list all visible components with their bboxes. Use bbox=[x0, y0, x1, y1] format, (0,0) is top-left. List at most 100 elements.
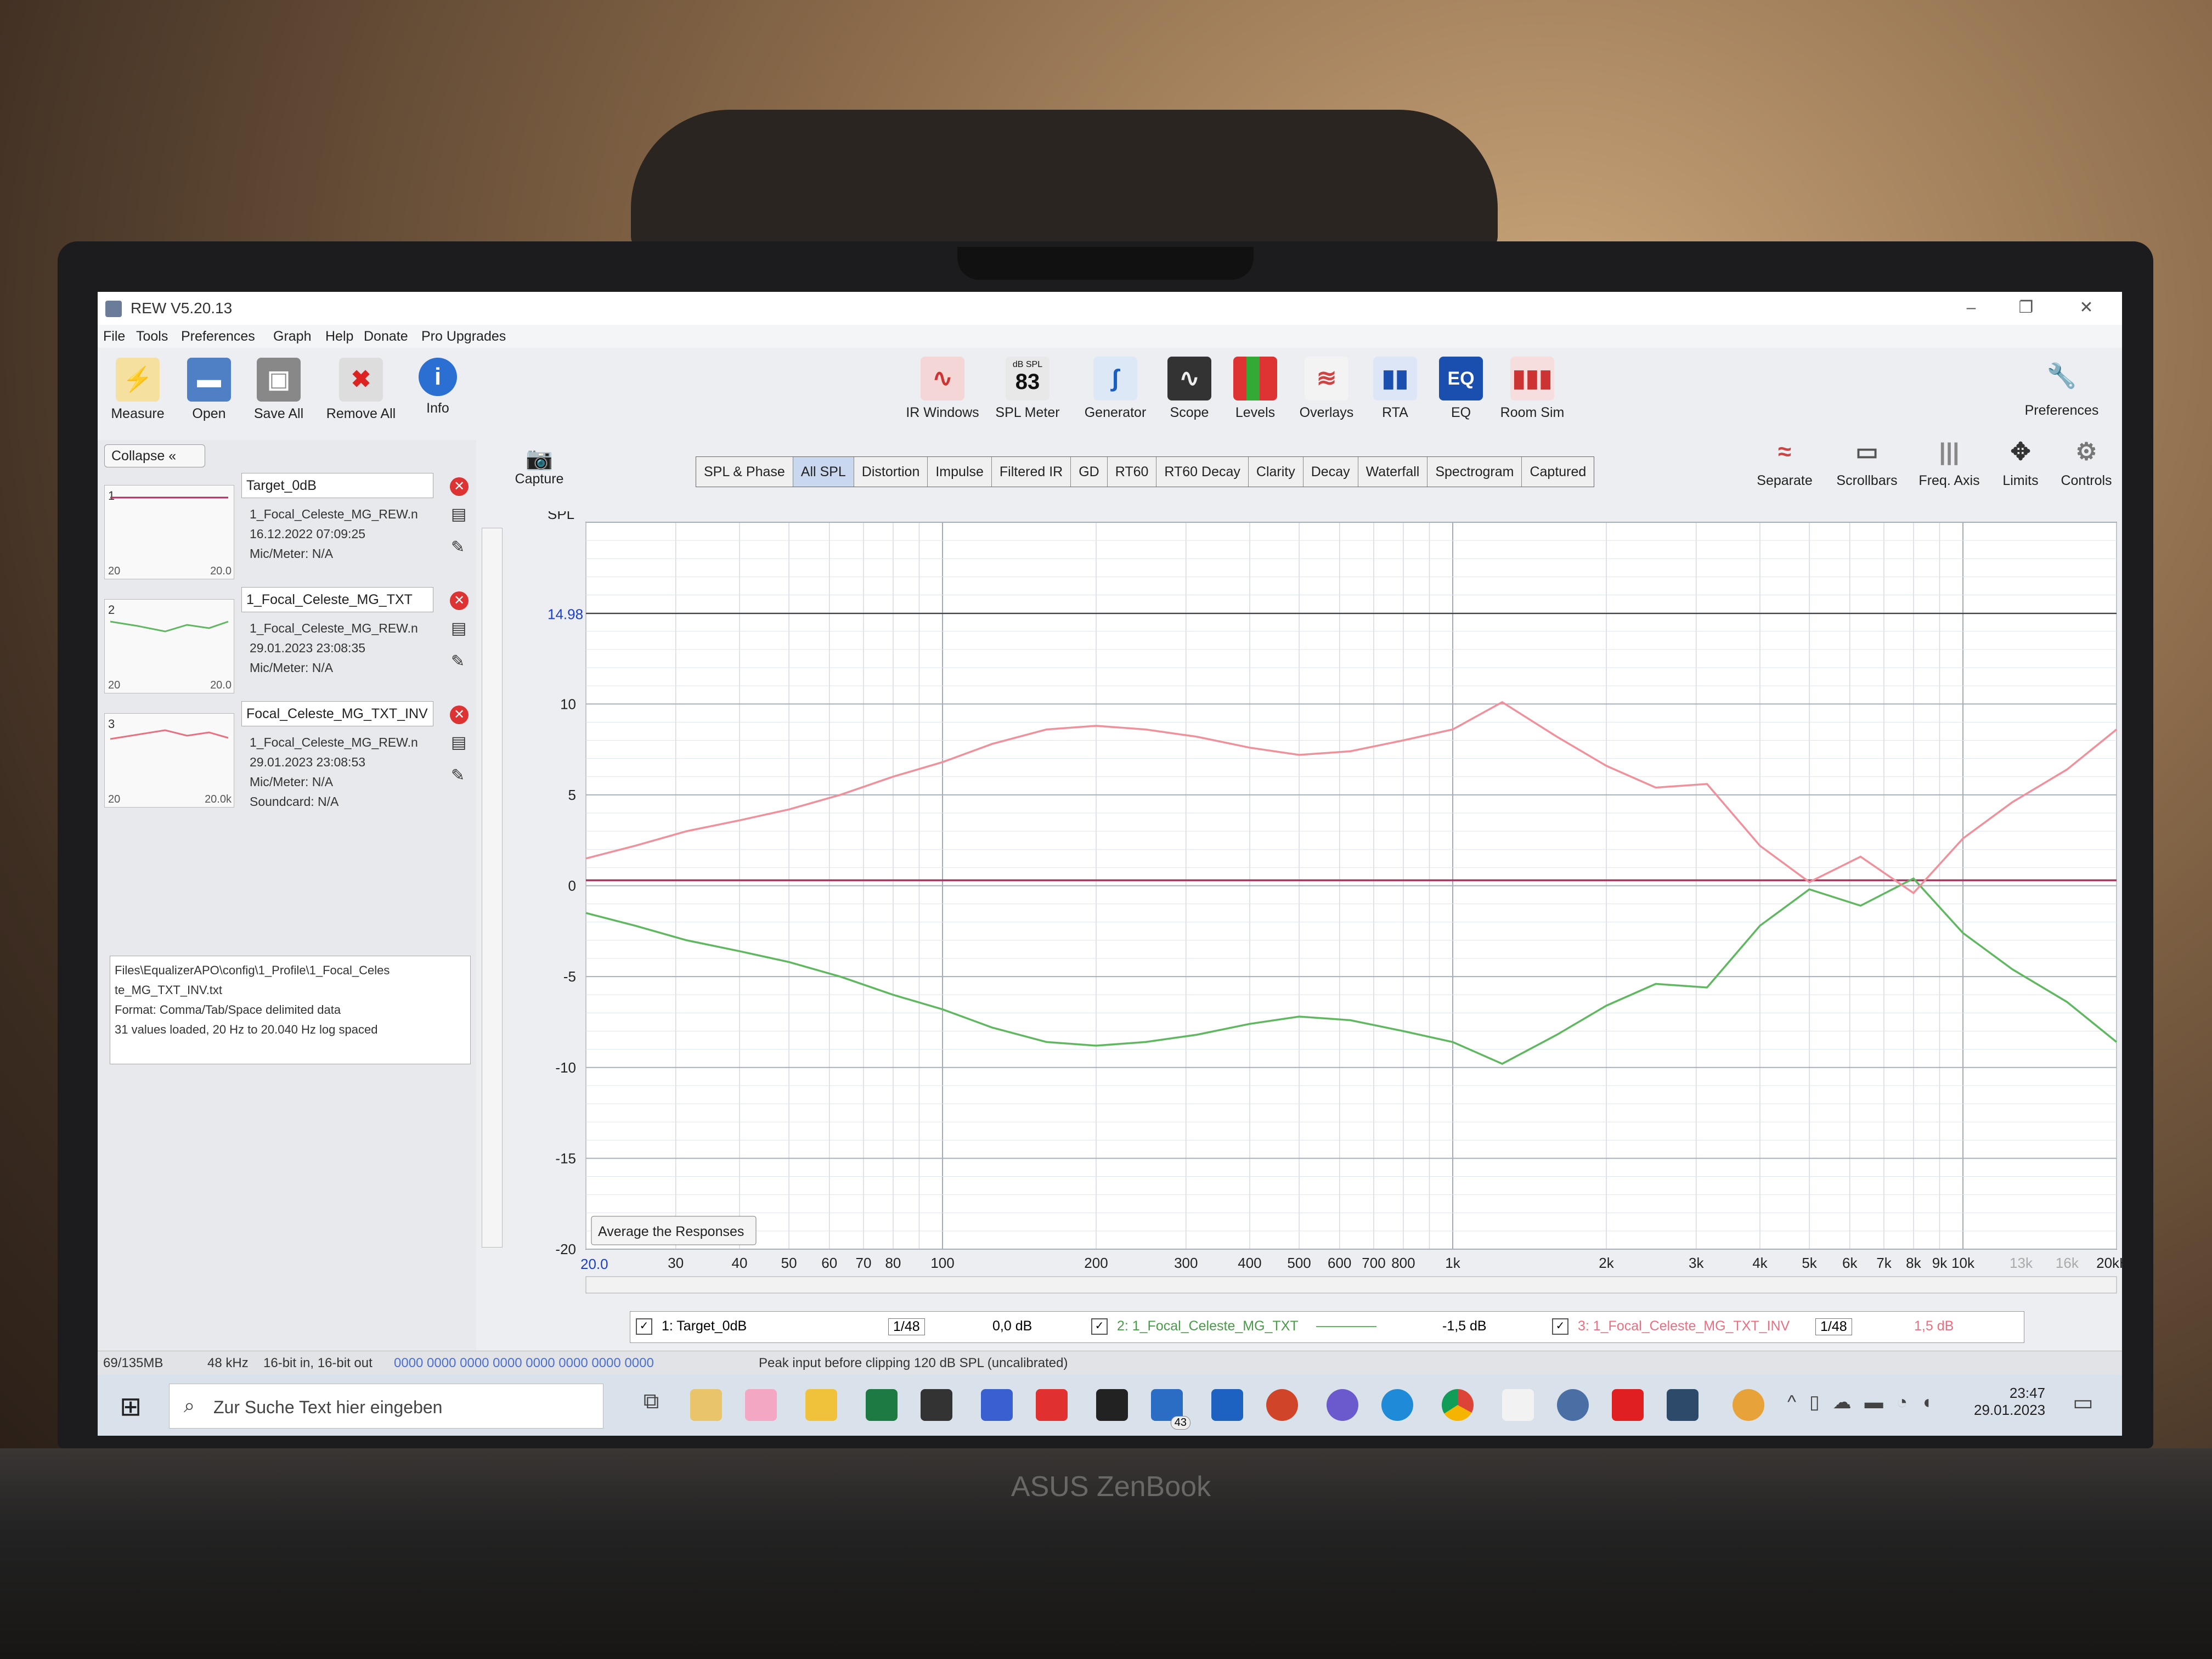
spl-chart-svg[interactable]: 14.9820.0SPL1050-5-10-15-2030 40 50 60 70 80 1… bbox=[498, 506, 2122, 1307]
menu-file[interactable]: File bbox=[103, 329, 125, 345]
generator-button[interactable]: ∫ Generator bbox=[1074, 357, 1156, 421]
legend-smoothing-1[interactable]: 1/48 bbox=[888, 1318, 925, 1335]
app-c-icon[interactable] bbox=[1096, 1389, 1128, 1421]
info-button[interactable]: i Info bbox=[408, 358, 468, 416]
legend-item-2[interactable]: ✓ 2: 1_Focal_Celeste_MG_TXT bbox=[1091, 1318, 1299, 1335]
close-button[interactable]: ✕ bbox=[2062, 295, 2111, 320]
tab-spl-phase[interactable]: SPL & Phase bbox=[696, 457, 793, 487]
menu-graph[interactable]: Graph bbox=[273, 329, 311, 345]
save-measurement-icon[interactable]: ▤ bbox=[451, 505, 466, 524]
measure-button[interactable]: ⚡ Measure bbox=[102, 358, 173, 422]
mcafee-icon[interactable] bbox=[1036, 1389, 1068, 1421]
notes-app-icon[interactable] bbox=[690, 1389, 722, 1421]
ir-windows-button[interactable]: ∿ IR Windows bbox=[899, 357, 986, 421]
menu-tools[interactable]: Tools bbox=[136, 329, 168, 345]
legend-checkbox[interactable]: ✓ bbox=[636, 1318, 652, 1335]
remove-all-button[interactable]: ✖ Remove All bbox=[317, 358, 405, 422]
app-orange-icon[interactable] bbox=[1733, 1389, 1764, 1421]
scrollbars-button[interactable]: ▭ Scrollbars bbox=[1826, 436, 1908, 489]
tab-all-spl[interactable]: All SPL bbox=[793, 457, 854, 487]
edit-measurement-icon[interactable]: ✎ bbox=[451, 766, 465, 785]
freq-axis-button[interactable]: ||| Freq. Axis bbox=[1908, 436, 1990, 489]
save-measurement-icon[interactable]: ▤ bbox=[451, 619, 466, 638]
measurement-3[interactable]: 3 20 20.0k Focal_Celeste_MG_TXT_INV ✕ 1_… bbox=[104, 701, 477, 811]
measurement-name-field[interactable]: 1_Focal_Celeste_MG_TXT bbox=[241, 587, 433, 612]
delete-measurement-icon[interactable]: ✕ bbox=[450, 706, 469, 724]
spl-meter-button[interactable]: dB SPL 83 SPL Meter bbox=[986, 357, 1069, 421]
save-all-button[interactable]: ▣ Save All bbox=[246, 358, 312, 422]
collapse-button[interactable]: Collapse « bbox=[104, 444, 205, 467]
y-tick-label: -15 bbox=[555, 1150, 576, 1166]
legend-smoothing-3[interactable]: 1/48 bbox=[1815, 1318, 1852, 1335]
chrome-icon[interactable] bbox=[1442, 1389, 1474, 1421]
system-tray-icons[interactable]: ^▯☁▬◔◖ bbox=[1787, 1391, 1945, 1413]
app-disc-icon[interactable] bbox=[1557, 1389, 1589, 1421]
app-m-icon[interactable] bbox=[981, 1389, 1013, 1421]
itunes-icon[interactable] bbox=[745, 1389, 777, 1421]
menu-pro-upgrades[interactable]: Pro Upgrades bbox=[421, 329, 506, 345]
measurement-name-field[interactable]: Target_0dB bbox=[241, 473, 433, 498]
open-button[interactable]: ▬ Open bbox=[179, 358, 239, 422]
windows-start-icon[interactable]: ⊞ bbox=[120, 1391, 142, 1422]
tab-waterfall[interactable]: Waterfall bbox=[1358, 457, 1428, 487]
menu-help[interactable]: Help bbox=[325, 329, 353, 345]
measurement-1[interactable]: 1 20 20.0 Target_0dB ✕ 1_Focal_Celeste_M… bbox=[104, 473, 477, 583]
outlook-icon[interactable] bbox=[1211, 1389, 1243, 1421]
mail-icon[interactable]: 43 bbox=[1151, 1389, 1190, 1430]
tab-clarity[interactable]: Clarity bbox=[1249, 457, 1304, 487]
tab-gd[interactable]: GD bbox=[1071, 457, 1108, 487]
menu-donate[interactable]: Donate bbox=[364, 329, 408, 345]
rew-taskbar-icon[interactable] bbox=[1667, 1389, 1699, 1421]
separate-button[interactable]: ≈ Separate bbox=[1743, 436, 1826, 489]
app-hex-icon[interactable] bbox=[1327, 1389, 1358, 1421]
delete-measurement-icon[interactable]: ✕ bbox=[450, 591, 469, 610]
tab-filtered-ir[interactable]: Filtered IR bbox=[992, 457, 1071, 487]
scope-button[interactable]: ∿ Scope bbox=[1154, 357, 1225, 421]
limits-button[interactable]: ✥ Limits bbox=[1988, 436, 2053, 489]
edit-measurement-icon[interactable]: ✎ bbox=[451, 538, 465, 557]
taskbar-search-input[interactable]: ⌕ Zur Suche Text hier eingeben bbox=[169, 1384, 603, 1429]
room-sim-button[interactable]: ▮▮▮ Room Sim bbox=[1491, 357, 1573, 421]
legend-item-1[interactable]: ✓ 1: Target_0dB bbox=[636, 1318, 747, 1335]
delete-measurement-icon[interactable]: ✕ bbox=[450, 477, 469, 496]
minimize-button[interactable]: – bbox=[1946, 295, 1996, 320]
snipping-tool-icon[interactable] bbox=[1502, 1389, 1534, 1421]
tab-rt60-decay[interactable]: RT60 Decay bbox=[1156, 457, 1249, 487]
horizontal-scrollbar[interactable] bbox=[585, 1276, 2117, 1294]
excel-icon[interactable] bbox=[866, 1389, 898, 1421]
tab-spectrogram[interactable]: Spectrogram bbox=[1427, 457, 1522, 487]
legend-item-3[interactable]: ✓ 3: 1_Focal_Celeste_MG_TXT_INV bbox=[1552, 1318, 1790, 1335]
tab-decay[interactable]: Decay bbox=[1304, 457, 1358, 487]
notification-icon[interactable]: ▭ bbox=[2073, 1390, 2094, 1415]
tab-distortion[interactable]: Distortion bbox=[854, 457, 928, 487]
spl-graph[interactable]: 14.98 20.0 SPL 10 5 0 -5 -10 -15 -20 30 40 50 60 70 80 1… bbox=[498, 506, 2122, 1406]
overlays-button[interactable]: ≋ Overlays bbox=[1288, 357, 1365, 421]
ue-app-icon[interactable] bbox=[921, 1389, 952, 1421]
tab-captured[interactable]: Captured bbox=[1522, 457, 1594, 487]
camera-icon: 📷 bbox=[526, 447, 553, 471]
file-explorer-icon[interactable] bbox=[805, 1389, 837, 1421]
levels-button[interactable]: Levels bbox=[1220, 357, 1291, 421]
save-measurement-icon[interactable]: ▤ bbox=[451, 733, 466, 752]
taskbar-clock[interactable]: 23:47 29.01.2023 bbox=[1974, 1385, 2045, 1419]
edit-measurement-icon[interactable]: ✎ bbox=[451, 652, 465, 671]
acrobat-icon[interactable] bbox=[1612, 1389, 1644, 1421]
menu-preferences[interactable]: Preferences bbox=[181, 329, 255, 345]
rta-button[interactable]: ▮▮ RTA bbox=[1362, 357, 1428, 421]
tab-impulse[interactable]: Impulse bbox=[928, 457, 992, 487]
legend-checkbox[interactable]: ✓ bbox=[1552, 1318, 1568, 1335]
task-view-icon[interactable]: ⧉ bbox=[635, 1389, 667, 1421]
tab-rt60[interactable]: RT60 bbox=[1108, 457, 1157, 487]
capture-button[interactable]: 📷 Capture bbox=[504, 445, 575, 487]
measurement-2[interactable]: 2 20 20.0 1_Focal_Celeste_MG_TXT ✕ 1_Foc… bbox=[104, 587, 477, 697]
x-tick-label: 50 bbox=[781, 1255, 797, 1271]
controls-button[interactable]: ⚙ Controls bbox=[2051, 436, 2122, 489]
y-axis-label: SPL bbox=[548, 511, 574, 522]
edge-icon[interactable] bbox=[1381, 1389, 1413, 1421]
powerpoint-icon[interactable] bbox=[1266, 1389, 1298, 1421]
eq-button[interactable]: EQ EQ bbox=[1428, 357, 1494, 421]
preferences-button[interactable]: 🔧 Preferences bbox=[2012, 354, 2111, 419]
maximize-button[interactable]: ❐ bbox=[2001, 295, 2051, 320]
measurement-name-field[interactable]: Focal_Celeste_MG_TXT_INV bbox=[241, 701, 433, 726]
legend-checkbox[interactable]: ✓ bbox=[1091, 1318, 1108, 1335]
